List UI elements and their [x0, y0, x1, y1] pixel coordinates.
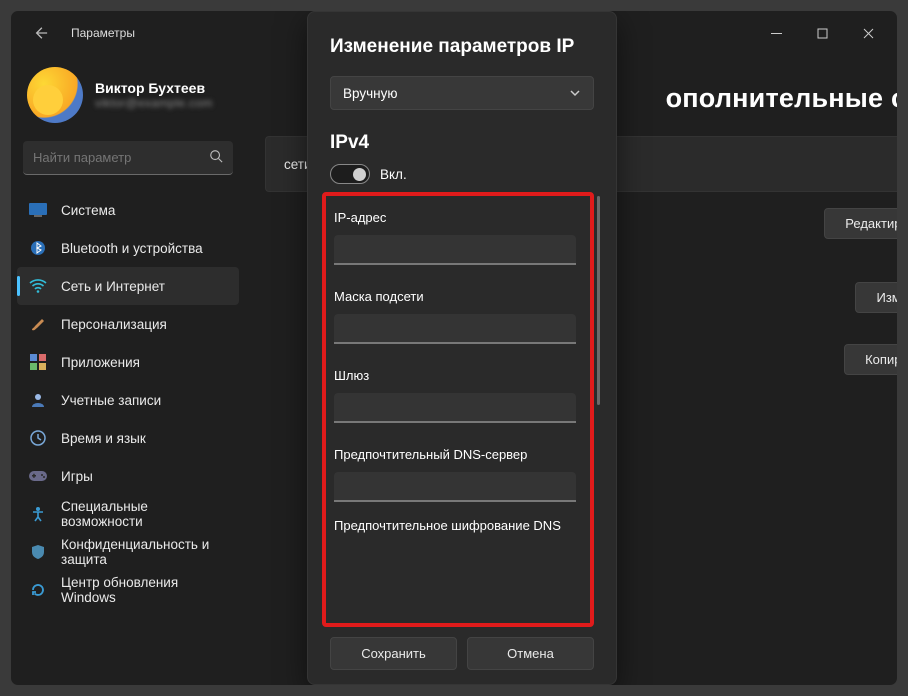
nav-apps[interactable]: Приложения	[17, 343, 239, 381]
bluetooth-icon	[29, 239, 47, 257]
nav-network[interactable]: Сеть и Интернет	[17, 267, 239, 305]
app-title: Параметры	[71, 26, 135, 40]
nav-label: Игры	[61, 469, 93, 484]
ip-address-label: IP-адрес	[334, 210, 576, 225]
nav-gaming[interactable]: Игры	[17, 457, 239, 495]
nav-label: Учетные записи	[61, 393, 161, 408]
profile-name: Виктор Бухтеев	[95, 80, 213, 96]
nav-label: Специальные возможности	[61, 499, 227, 529]
fields-scroll-area: IP-адрес Маска подсети Шлюз Предпочтител…	[322, 192, 602, 627]
dialog-actions: Сохранить Отмена	[322, 637, 602, 670]
profile-email: viktor@example.com	[95, 96, 213, 110]
ipv4-toggle-row: Вкл.	[330, 164, 594, 184]
ipv4-section-title: IPv4	[330, 132, 594, 154]
nav-windows-update[interactable]: Центр обновления Windows	[17, 571, 239, 609]
dns-encryption-label: Предпочтительное шифрование DNS	[334, 518, 576, 533]
profile[interactable]: Виктор Бухтеев viktor@example.com	[17, 63, 239, 141]
user-icon	[29, 391, 47, 409]
dropdown-value: Вручную	[343, 86, 397, 101]
subnet-mask-input[interactable]	[334, 314, 576, 344]
shield-icon	[29, 543, 47, 561]
nav-label: Bluetooth и устройства	[61, 241, 203, 256]
nav-time-language[interactable]: Время и язык	[17, 419, 239, 457]
wifi-icon	[29, 277, 47, 295]
settings-window: Параметры Виктор Бухтеев viktor@example.…	[10, 10, 898, 686]
update-icon	[29, 581, 47, 599]
ip-address-input[interactable]	[334, 235, 576, 265]
save-button[interactable]: Сохранить	[330, 637, 457, 670]
change-button[interactable]: Изменить	[855, 282, 898, 313]
nav-label: Конфиденциальность и защита	[61, 537, 227, 567]
nav-accounts[interactable]: Учетные записи	[17, 381, 239, 419]
gateway-input[interactable]	[334, 393, 576, 423]
avatar	[27, 67, 83, 123]
nav-label: Центр обновления Windows	[61, 575, 227, 605]
system-icon	[29, 201, 47, 219]
back-arrow-icon	[34, 26, 48, 40]
apps-icon	[29, 353, 47, 371]
ipv4-toggle[interactable]	[330, 164, 370, 184]
maximize-icon	[817, 28, 828, 39]
preferred-dns-input[interactable]	[334, 472, 576, 502]
nav-system[interactable]: Система	[17, 191, 239, 229]
gateway-label: Шлюз	[334, 368, 576, 383]
minimize-button[interactable]	[753, 17, 799, 49]
nav-privacy[interactable]: Конфиденциальность и защита	[17, 533, 239, 571]
nav-accessibility[interactable]: Специальные возможности	[17, 495, 239, 533]
back-button[interactable]	[27, 19, 55, 47]
search-icon	[209, 149, 223, 166]
nav-label: Время и язык	[61, 431, 146, 446]
brush-icon	[29, 315, 47, 333]
nav-label: Приложения	[61, 355, 140, 370]
cancel-button[interactable]: Отмена	[467, 637, 594, 670]
sidebar: Виктор Бухтеев viktor@example.com Систем…	[11, 55, 245, 685]
nav-label: Сеть и Интернет	[61, 279, 165, 294]
dialog-scrollbar[interactable]	[597, 196, 600, 405]
close-icon	[863, 28, 874, 39]
edit-button[interactable]: Редактировать	[824, 208, 898, 239]
dialog-title: Изменение параметров IP	[330, 36, 594, 58]
gamepad-icon	[29, 467, 47, 485]
ip-settings-dialog: Изменение параметров IP Вручную IPv4 Вкл…	[307, 11, 617, 685]
preferred-dns-label: Предпочтительный DNS-сервер	[334, 447, 576, 462]
close-button[interactable]	[845, 17, 891, 49]
ip-mode-dropdown[interactable]: Вручную	[330, 76, 594, 110]
nav-list: Система Bluetooth и устройства Сеть и Ин…	[17, 191, 239, 609]
nav-label: Система	[61, 203, 115, 218]
nav-personalization[interactable]: Персонализация	[17, 305, 239, 343]
fields-container: IP-адрес Маска подсети Шлюз Предпочтител…	[326, 198, 584, 621]
accessibility-icon	[29, 505, 47, 523]
chevron-down-icon	[569, 87, 581, 99]
nav-label: Персонализация	[61, 317, 167, 332]
maximize-button[interactable]	[799, 17, 845, 49]
subnet-mask-label: Маска подсети	[334, 289, 576, 304]
toggle-label: Вкл.	[380, 167, 407, 182]
search-input[interactable]	[33, 150, 209, 165]
nav-bluetooth[interactable]: Bluetooth и устройства	[17, 229, 239, 267]
copy-button[interactable]: Копировать	[844, 344, 898, 375]
search-box[interactable]	[23, 141, 233, 175]
clock-icon	[29, 429, 47, 447]
minimize-icon	[771, 28, 782, 39]
